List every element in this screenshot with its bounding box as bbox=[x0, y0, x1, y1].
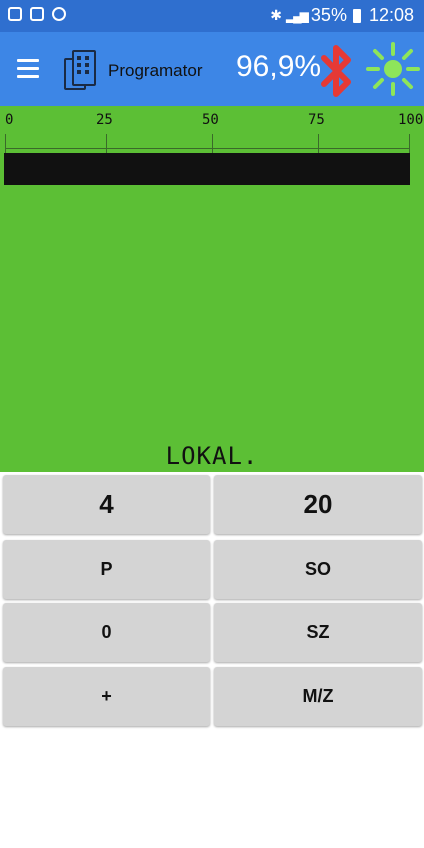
voicemail-icon bbox=[30, 7, 44, 21]
level-bar bbox=[4, 153, 410, 185]
key-plus[interactable]: + bbox=[3, 667, 210, 726]
key-p[interactable]: P bbox=[3, 540, 210, 599]
key-sz[interactable]: SZ bbox=[214, 603, 422, 662]
scale-tick-label: 25 bbox=[96, 112, 113, 128]
sync-icon bbox=[52, 7, 66, 21]
menu-icon[interactable] bbox=[17, 59, 39, 78]
image-icon bbox=[8, 7, 22, 21]
app-bar: Programator 96,9% bbox=[0, 32, 424, 106]
scale-axis bbox=[5, 148, 409, 149]
battery-percent: 35% bbox=[310, 5, 347, 25]
key-4[interactable]: 4 bbox=[3, 475, 210, 534]
bluetooth-icon[interactable] bbox=[316, 42, 356, 100]
level-meter: 0 25 50 75 100 LOKAL. bbox=[0, 106, 424, 472]
key-0[interactable]: 0 bbox=[3, 603, 210, 662]
status-bar: ✱ ▂▄▆ 35% 12:08 bbox=[0, 0, 424, 32]
mode-label: LOKAL. bbox=[165, 442, 259, 470]
sun-icon[interactable] bbox=[366, 42, 420, 96]
bluetooth-status-icon: ✱ bbox=[270, 7, 282, 23]
app-title: Programator bbox=[108, 61, 203, 80]
battery-icon bbox=[352, 8, 361, 23]
status-notification-icons bbox=[8, 7, 66, 21]
status-system-icons: ✱ ▂▄▆ 35% 12:08 bbox=[270, 5, 414, 26]
level-readout: 96,9% bbox=[236, 50, 322, 83]
programmer-icon bbox=[64, 50, 96, 90]
scale-tick-label: 50 bbox=[202, 112, 219, 128]
key-so[interactable]: SO bbox=[214, 540, 422, 599]
scale-tick-label: 0 bbox=[5, 112, 14, 128]
keypad: 4 20 P SO 0 SZ + M/Z bbox=[0, 472, 424, 730]
key-20[interactable]: 20 bbox=[214, 475, 422, 534]
signal-icon: ▂▄▆ bbox=[285, 8, 309, 23]
clock: 12:08 bbox=[368, 5, 414, 25]
scale-tick-label: 100 bbox=[398, 112, 424, 128]
key-m-z[interactable]: M/Z bbox=[214, 667, 422, 726]
scale-tick-label: 75 bbox=[308, 112, 325, 128]
